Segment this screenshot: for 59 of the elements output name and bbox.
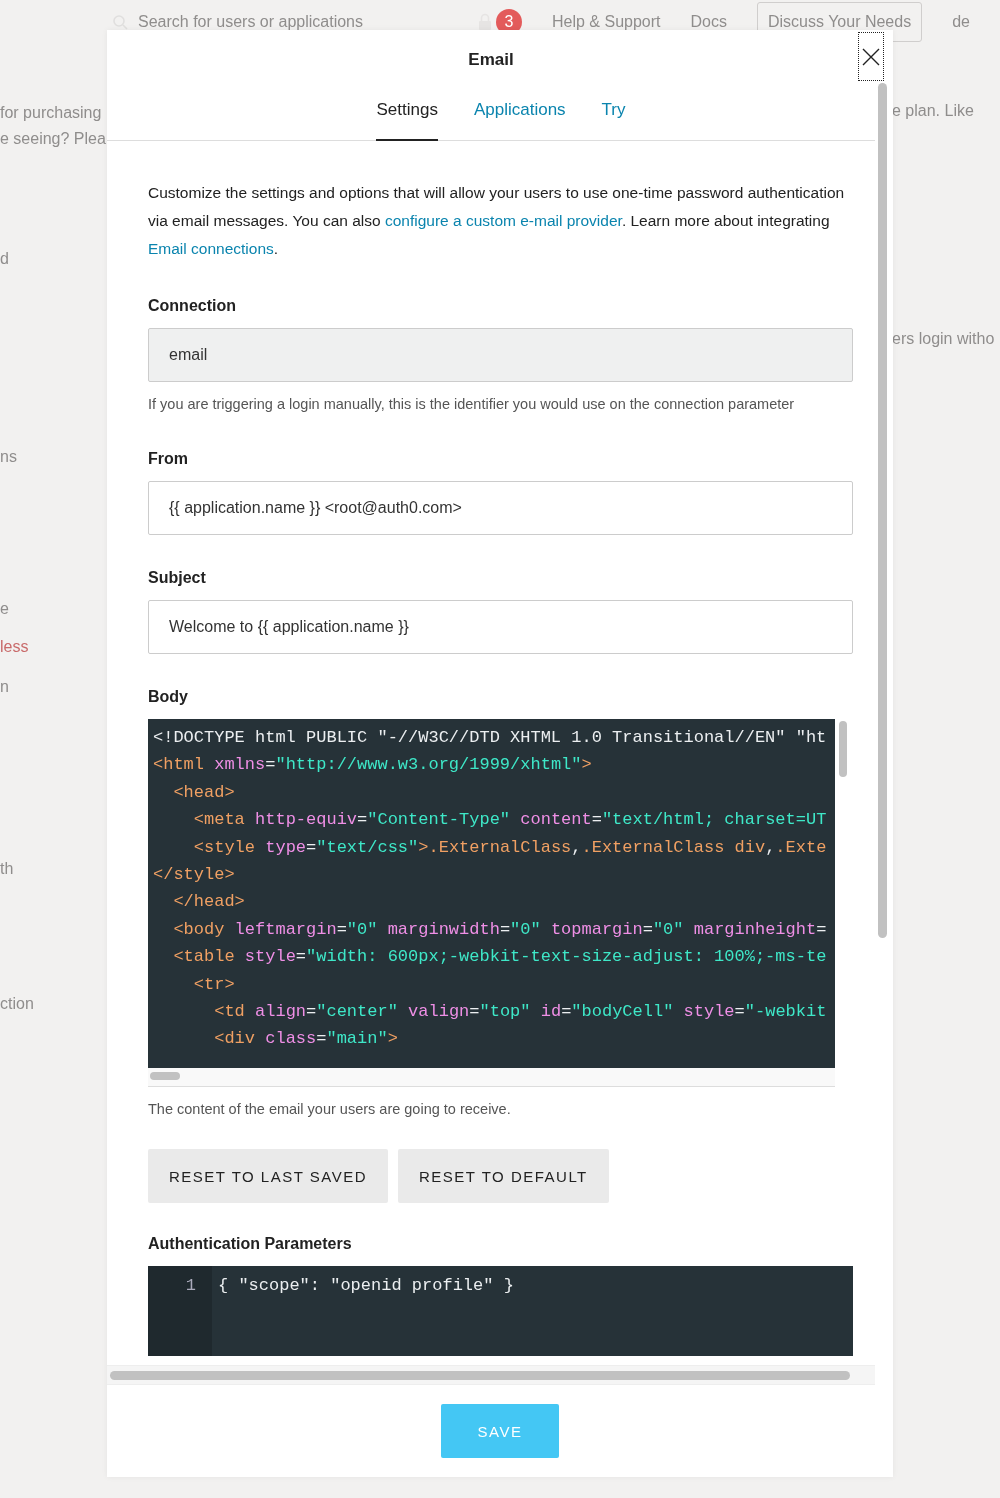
- code-line: </head>: [172, 891, 246, 914]
- scrollbar-thumb[interactable]: [110, 1370, 850, 1380]
- from-field[interactable]: {{ application.name }} <root@auth0.com>: [148, 481, 853, 535]
- account-menu[interactable]: de: [952, 13, 970, 31]
- code-line: <table style="width: 600px;-webkit-text-size-adjust: 100%;-ms-te: [172, 946, 828, 969]
- scrollbar-thumb[interactable]: [150, 1072, 180, 1080]
- background-text: ers login witho: [892, 330, 995, 348]
- background-text: n: [0, 678, 9, 696]
- dialog-title: Email: [468, 50, 514, 70]
- reset-button[interactable]: RESET TO DEFAULT: [398, 1149, 609, 1203]
- background-text: e seeing? Plea: [0, 130, 106, 148]
- search-icon: [112, 14, 128, 30]
- code-line: <td align="center" valign="top" id="bodyCell" style="-webkit: [213, 1001, 828, 1024]
- background-text: e: [0, 600, 9, 618]
- line-number: 1: [184, 1275, 197, 1297]
- close-button[interactable]: [858, 32, 884, 81]
- close-icon: [862, 47, 880, 66]
- background-text: for purchasing: [0, 104, 102, 122]
- background-text: th: [0, 860, 14, 878]
- background-text: e plan. Like: [892, 102, 974, 120]
- code-line: <style type="text/css">.ExternalClass,.ExternalClass div,.Exte: [192, 836, 828, 859]
- code-line: <meta http-equiv="Content-Type" content="text/html; charset=UT: [192, 809, 828, 832]
- help-text: The content of the email your users are going to receive.: [148, 1101, 512, 1117]
- tab[interactable]: Applications: [473, 100, 566, 141]
- code-editor[interactable]: [148, 719, 853, 1087]
- tab[interactable]: Try: [601, 100, 626, 141]
- field-label: Body: [148, 688, 189, 706]
- code-line: { "scope": "openid profile" }: [218, 1275, 514, 1297]
- background-text: ns: [0, 448, 17, 466]
- scrollbar-thumb[interactable]: [878, 83, 887, 938]
- subject-field[interactable]: Welcome to {{ application.name }}: [148, 600, 853, 654]
- nav-link[interactable]: Help & Support: [552, 13, 661, 31]
- help-text: If you are triggering a login manually, this is the identifier you would use on the connection parameter: [148, 396, 796, 412]
- search-field[interactable]: Search for users or applications: [136, 12, 440, 32]
- background-text: less: [0, 638, 29, 656]
- scrollbar-thumb[interactable]: [839, 721, 847, 777]
- code-line: <!DOCTYPE html PUBLIC "-//W3C//DTD XHTML 1.0 Transitional//EN" "ht: [153, 727, 828, 749]
- provider-link[interactable]: configure a custom e-mail provider: [384, 212, 622, 229]
- reset-button[interactable]: RESET TO LAST SAVED: [148, 1149, 388, 1203]
- code-line: <head>: [172, 781, 236, 804]
- field-label: Authentication Parameters: [148, 1235, 353, 1253]
- background-text: d: [0, 250, 9, 268]
- field-label: Subject: [148, 569, 207, 587]
- nav-link[interactable]: Docs: [690, 13, 727, 31]
- field-label: From: [148, 450, 189, 468]
- tab[interactable]: Settings: [376, 100, 438, 141]
- field-label: Connection: [148, 297, 237, 315]
- intro-paragraph: Customize the settings and options that will allow your users to use one-time password authentication via email messages. You can also configure a custom e-mail provider. Learn more about integrating Email connections.: [148, 183, 846, 259]
- code-editor[interactable]: 1 { "scope": "openid profile" }: [148, 1266, 853, 1356]
- scrollbar[interactable]: [148, 1068, 835, 1087]
- code-line: <tr>: [192, 973, 236, 996]
- code-line: </style>: [153, 864, 236, 887]
- connections-link[interactable]: Email connections: [148, 240, 274, 257]
- scrollbar[interactable]: [107, 1365, 875, 1385]
- code-line: <body leftmargin="0" marginwidth="0" topmargin="0" marginheight=: [172, 918, 828, 941]
- background-text: ction: [0, 995, 34, 1013]
- code-line: <html xmlns="http://www.w3.org/1999/xhtml">: [153, 754, 593, 777]
- code-line: <div class="main">: [213, 1028, 399, 1051]
- lock-icon: [478, 13, 492, 31]
